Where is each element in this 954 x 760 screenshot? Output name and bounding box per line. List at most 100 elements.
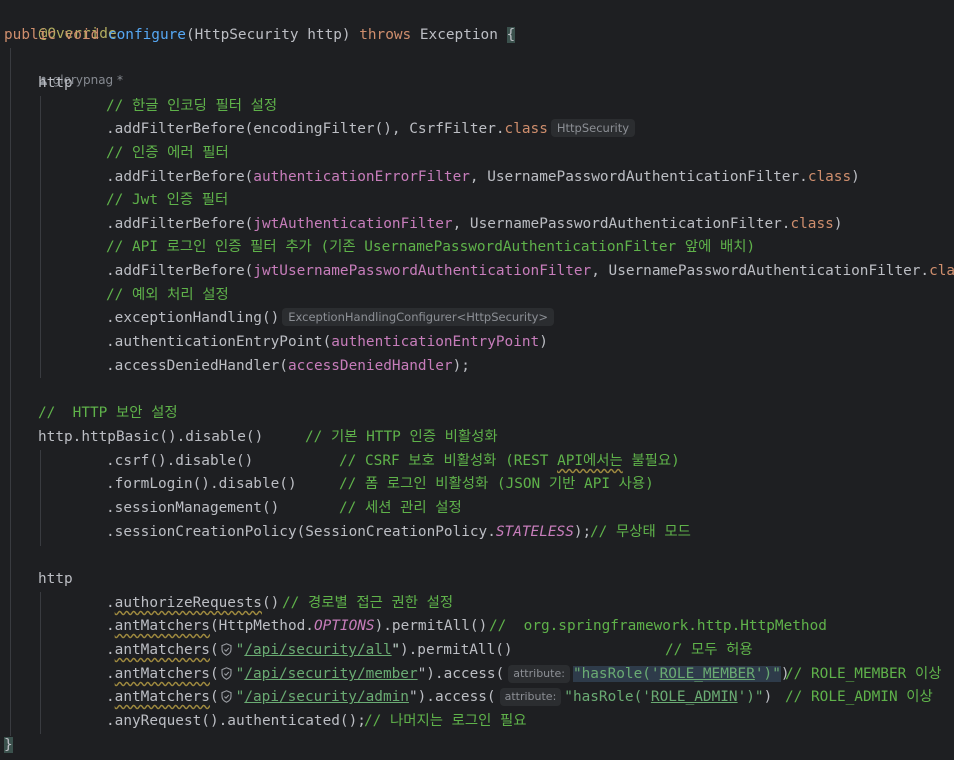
comment: // ROLE_MEMBER 이상: [785, 666, 942, 682]
string: ')": [737, 689, 764, 705]
code-line: .exceptionHandling() ExceptionHandlingCon…: [106, 307, 555, 330]
comment-line: // 예외 처리 설정: [106, 284, 229, 307]
code-line: .addFilterBefore(authenticationErrorFilt…: [106, 166, 860, 189]
param-hint[interactable]: attribute:: [499, 688, 562, 706]
deprecated-method: antMatchers: [114, 618, 210, 634]
string: ')": [754, 666, 781, 682]
code: ").permitAll(): [391, 642, 513, 658]
deprecated-method: antMatchers: [114, 666, 210, 682]
keyword: class: [929, 263, 954, 279]
exception-type: Exception: [411, 27, 507, 43]
string: "hasRole(': [572, 666, 660, 682]
code-line: .sessionCreationPolicy(SessionCreationPo…: [106, 521, 591, 544]
comment-line: // CSRF 보호 비활성화 (REST API에서는 불필요): [339, 450, 680, 473]
code: .addFilterBefore(encodingFilter(), CsrfF…: [106, 121, 505, 137]
comment: // ROLE_ADMIN 이상: [785, 689, 933, 705]
code: (HttpMethod.: [209, 618, 314, 634]
comment: // 세션 관리 설정: [339, 500, 462, 516]
comment: // API 로그인 인증 필터 추가 (기존 UsernamePassword…: [106, 239, 756, 255]
code-editor[interactable]: @Override glorypnag * public void config…: [0, 0, 954, 760]
comment-line: // 폼 로그인 비활성화 (JSON 기반 API 사용): [339, 473, 654, 496]
code: .: [106, 642, 115, 658]
comment: // 무상태 모드: [590, 524, 691, 540]
comment: // 기본 HTTP 인증 비활성화: [305, 429, 498, 445]
code: .anyRequest().authenticated();: [106, 713, 366, 729]
keyword: class: [807, 169, 852, 185]
code: .sessionCreationPolicy(SessionCreationPo…: [106, 524, 496, 540]
code: ").access(: [417, 666, 505, 682]
field: jwtAuthenticationFilter: [253, 216, 453, 232]
comment-line: // 나머지는 로그인 필요: [364, 710, 526, 733]
code-line: .antMatchers("/api/security/member").acc…: [106, 663, 790, 686]
code-line: .formLogin().disable(): [106, 473, 297, 496]
code: .addFilterBefore(: [106, 169, 254, 185]
code: .: [106, 689, 115, 705]
code-line: http: [38, 568, 73, 591]
shield-icon[interactable]: [221, 643, 232, 656]
deprecated-method: antMatchers: [114, 642, 210, 658]
url-path[interactable]: /api/security/member: [244, 666, 417, 682]
code-line: .antMatchers(HttpMethod.OPTIONS).permitA…: [106, 615, 487, 638]
static-field: OPTIONS: [313, 618, 375, 634]
code-line: .sessionManagement(): [106, 497, 279, 520]
code: .csrf().disable(): [106, 453, 254, 469]
indent-guide: [40, 592, 41, 734]
code: , UsernamePasswordAuthenticationFilter.: [452, 216, 791, 232]
keyword: class: [504, 121, 548, 137]
keyword: class: [790, 216, 834, 232]
code: (: [209, 689, 219, 705]
type-hint[interactable]: ExceptionHandlingConfigurer<HttpSecurity…: [282, 308, 555, 326]
role-name: ROLE_MEMBER: [659, 666, 755, 682]
shield-icon[interactable]: [221, 667, 232, 680]
keyword: throws: [359, 27, 412, 43]
code: .accessDeniedHandler(: [106, 358, 288, 374]
deprecated-method: antMatchers: [114, 689, 210, 705]
keyword: public void: [4, 27, 108, 43]
shield-icon[interactable]: [221, 690, 232, 703]
type-hint[interactable]: HttpSecurity: [550, 119, 636, 137]
url-path[interactable]: /api/security/all: [244, 642, 391, 658]
code-line: public void configure(HttpSecurity http)…: [4, 24, 516, 47]
comment-line: // 기본 HTTP 인증 비활성화: [305, 426, 498, 449]
code-line: .accessDeniedHandler(accessDeniedHandler…: [106, 355, 470, 378]
indent-guide: [10, 48, 11, 736]
code-line: http.httpBasic().disable(): [38, 426, 263, 449]
code: .: [106, 595, 115, 611]
comment: // 경로별 접근 권한 설정: [282, 595, 454, 611]
role-name: ROLE_ADMIN: [650, 689, 738, 705]
comment-line: // Jwt 인증 필터: [106, 189, 228, 212]
comment-line: // ROLE_ADMIN 이상: [785, 686, 933, 709]
code-line: @Override glorypnag *: [4, 0, 123, 87]
url-path[interactable]: /api/security/admin: [244, 689, 409, 705]
code: ): [539, 334, 548, 350]
comment: // 폼 로그인 비활성화 (JSON 기반 API 사용): [339, 476, 654, 492]
code-line: .addFilterBefore(encodingFilter(), CsrfF…: [106, 118, 636, 141]
code: .: [106, 666, 115, 682]
comment: // 인증 에러 필터: [106, 145, 229, 161]
param-hint[interactable]: attribute:: [508, 665, 570, 683]
code-line: .anyRequest().authenticated();: [106, 710, 366, 733]
comment: // HTTP 보안 설정: [38, 405, 178, 421]
code-line: }: [4, 734, 13, 757]
code: .addFilterBefore(: [106, 216, 254, 232]
code: );: [452, 358, 470, 374]
comment-line: // 한글 인코딩 필터 설정: [106, 95, 277, 118]
comment-line: // org.springframework.http.HttpMethod: [489, 615, 827, 638]
field: accessDeniedHandler: [287, 358, 453, 374]
deprecated-method: authorizeRequests: [114, 595, 262, 611]
code: ").access(: [408, 689, 496, 705]
code: .exceptionHandling(): [106, 310, 280, 326]
comment-line: // 무상태 모드: [590, 521, 691, 544]
code: http.httpBasic().disable(): [38, 429, 264, 445]
comment: // org.springframework.http.HttpMethod: [489, 618, 827, 634]
comment: 불필요): [622, 453, 680, 469]
code: (): [261, 595, 280, 611]
comment: // Jwt 인증 필터: [106, 192, 229, 208]
code: ): [851, 169, 860, 185]
field: authenticationEntryPoint: [331, 334, 540, 350]
identifier: http: [38, 75, 73, 91]
code-line: .addFilterBefore(jwtAuthenticationFilter…: [106, 213, 842, 236]
code: .addFilterBefore(: [106, 263, 254, 279]
code: ): [763, 689, 773, 705]
params: (HttpSecurity http): [185, 27, 360, 43]
